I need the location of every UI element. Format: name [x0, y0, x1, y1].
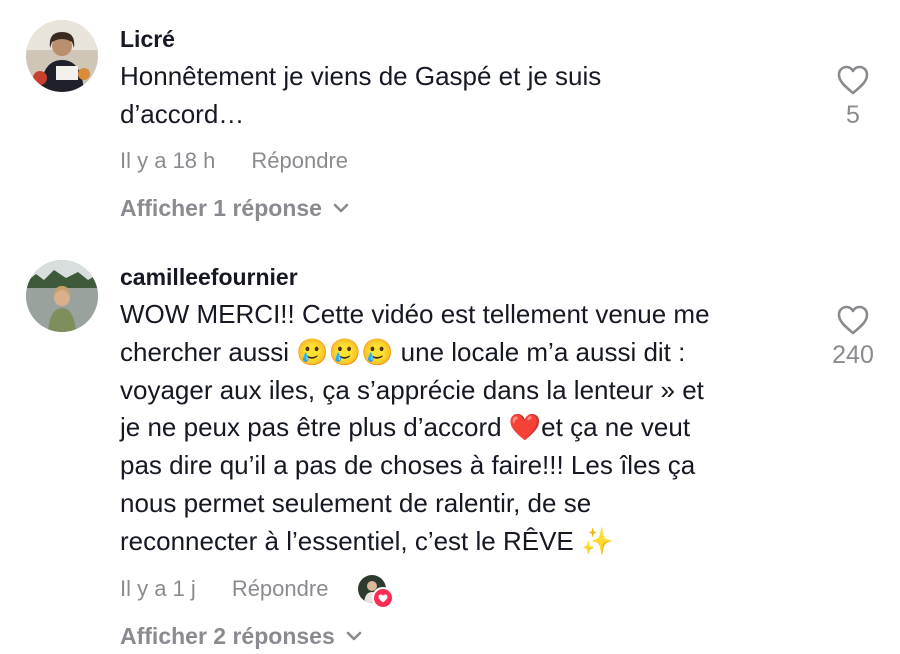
creator-liked-indicator [358, 575, 395, 609]
comment-username[interactable]: Licré [120, 24, 175, 54]
comment-text: WOW MERCI!! Cette vidéo est tellement ve… [120, 299, 710, 556]
like-button[interactable]: 240 [823, 304, 883, 370]
like-count: 240 [832, 341, 874, 369]
view-replies-button[interactable]: Afficher 1 réponse [120, 193, 350, 223]
creator-liked-heart-icon [372, 587, 395, 609]
chevron-down-icon [346, 631, 362, 641]
comment-text: Honnêtement je viens de Gaspé et je suis… [120, 61, 602, 129]
user-avatar[interactable] [26, 260, 98, 332]
view-replies-button[interactable]: Afficher 2 réponses [120, 621, 363, 651]
chevron-down-icon [333, 203, 349, 213]
comment-item: Licré Honnêtement je viens de Gaspé et j… [0, 0, 900, 240]
user-avatar[interactable] [26, 20, 98, 92]
view-replies-label: Afficher 1 réponse [120, 194, 322, 221]
heart-icon [837, 65, 869, 95]
view-replies-label: Afficher 2 réponses [120, 622, 335, 649]
comment-meta: Il y a 1 j Répondre [120, 574, 395, 609]
like-button[interactable]: 5 [823, 64, 883, 130]
comment-timestamp: Il y a 1 j [120, 576, 196, 601]
reply-button[interactable]: Répondre [232, 574, 329, 604]
reply-button[interactable]: Répondre [251, 146, 348, 176]
heart-icon [837, 305, 869, 335]
comment-username[interactable]: camilleefournier [120, 262, 298, 292]
like-count: 5 [846, 101, 860, 129]
comment-meta: Il y a 18 h Répondre [120, 146, 348, 176]
comment-timestamp: Il y a 18 h [120, 148, 216, 173]
comment-item: camilleefournier WOW MERCI!! Cette vidéo… [0, 240, 900, 654]
